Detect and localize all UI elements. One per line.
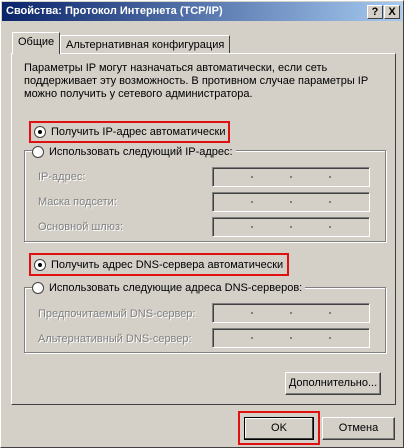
ip-manual-radio-option[interactable]: Использовать следующий IP-адрес: bbox=[32, 144, 236, 160]
cancel-button[interactable]: Отмена bbox=[322, 417, 395, 440]
ip-address-label: IP-адрес: bbox=[38, 171, 86, 183]
dns-manual-radio-option[interactable]: Использовать следующие адреса DNS-сервер… bbox=[32, 280, 306, 296]
alternate-dns-input[interactable] bbox=[212, 328, 370, 348]
dns-auto-label: Получить адрес DNS-сервера автоматически bbox=[51, 259, 284, 271]
tcpip-properties-dialog: Свойства: Протокол Интернета (TCP/IP) ? … bbox=[0, 0, 404, 448]
description-text: Параметры IP могут назначаться автоматич… bbox=[24, 62, 368, 100]
window-title: Свойства: Протокол Интернета (TCP/IP) bbox=[6, 5, 223, 17]
ok-button[interactable]: OK bbox=[244, 417, 314, 440]
preferred-dns-input[interactable] bbox=[212, 303, 370, 323]
dns-manual-label: Использовать следующие адреса DNS-сервер… bbox=[49, 282, 303, 294]
ip-manual-radio[interactable] bbox=[32, 146, 44, 158]
tab-alternate-label: Альтернативная конфигурация bbox=[66, 39, 225, 51]
preferred-dns-label: Предпочитаемый DNS-сервер: bbox=[38, 308, 196, 320]
ip-manual-label: Использовать следующий IP-адрес: bbox=[49, 146, 233, 158]
title-bar[interactable]: Свойства: Протокол Интернета (TCP/IP) ? … bbox=[2, 2, 402, 21]
tab-general-label: Общие bbox=[18, 36, 55, 48]
general-tab-panel: Параметры IP могут назначаться автоматич… bbox=[11, 53, 396, 405]
ip-auto-radio[interactable] bbox=[34, 126, 46, 138]
dns-manual-radio[interactable] bbox=[32, 282, 44, 294]
default-gateway-input[interactable] bbox=[212, 217, 370, 237]
subnet-mask-input[interactable] bbox=[212, 192, 370, 212]
ip-address-input[interactable] bbox=[212, 167, 370, 187]
ip-auto-radio-option[interactable]: Получить IP-адрес автоматически bbox=[34, 124, 229, 140]
help-button[interactable]: ? bbox=[367, 5, 383, 19]
default-gateway-label: Основной шлюз: bbox=[38, 221, 124, 233]
tab-alternate-configuration[interactable]: Альтернативная конфигурация bbox=[60, 35, 230, 55]
tab-general[interactable]: Общие bbox=[12, 32, 60, 54]
subnet-mask-label: Маска подсети: bbox=[38, 196, 117, 208]
ip-auto-label: Получить IP-адрес автоматически bbox=[51, 126, 226, 138]
advanced-button[interactable]: Дополнительно... bbox=[285, 372, 381, 395]
dns-auto-radio[interactable] bbox=[34, 259, 46, 271]
alternate-dns-label: Альтернативный DNS-сервер: bbox=[38, 333, 192, 345]
dns-auto-radio-option[interactable]: Получить адрес DNS-сервера автоматически bbox=[34, 257, 287, 273]
close-button[interactable]: X bbox=[384, 5, 400, 19]
